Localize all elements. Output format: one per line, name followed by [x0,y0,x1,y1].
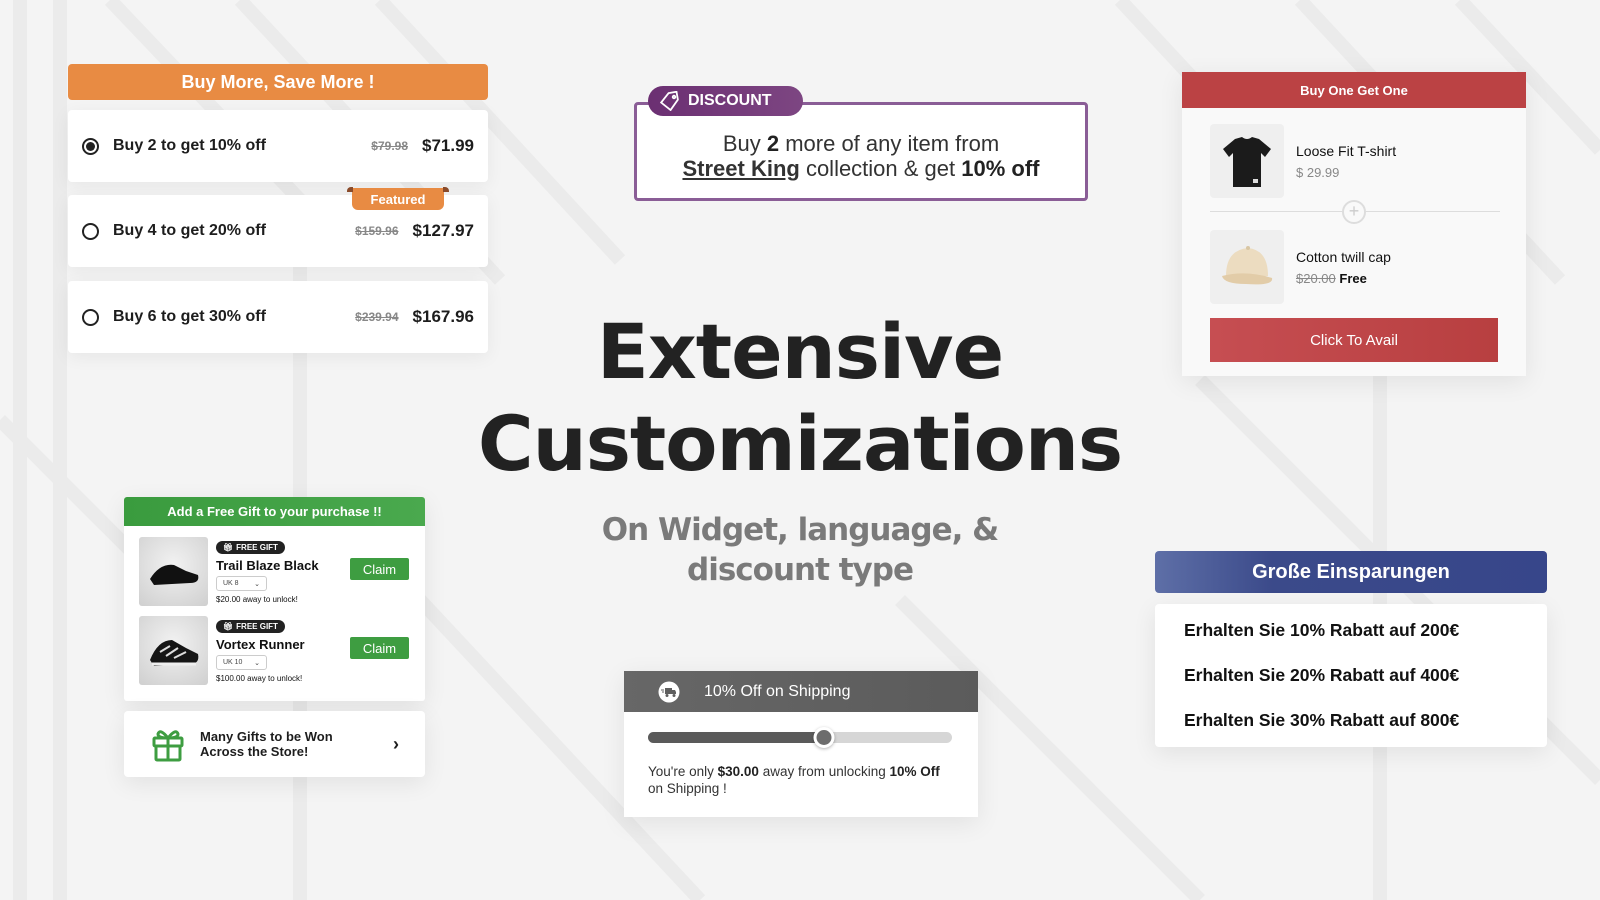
size-select[interactable]: UK 8 ⌄ [216,576,267,591]
gift-header: Add a Free Gift to your purchase !! [124,497,425,526]
offer-line: Erhalten Sie 10% Rabatt auf 200€ [1184,620,1460,640]
tag-label: DISCOUNT [688,92,772,109]
title-line: Customizations [477,399,1123,488]
shoe-image [139,537,208,606]
option-label: Buy 4 to get 20% off [113,222,266,239]
amount: $30.00 [717,764,759,779]
bogo-widget: Buy One Get One Loose Fit T-shirt $ 29.9… [1182,72,1526,376]
unlock-text: $100.00 away to unlock! [216,674,303,683]
shipping-title: 10% Off on Shipping [704,682,851,700]
old-price: $159.96 [355,224,399,238]
radio-unselected[interactable] [82,222,99,240]
text: You're only [648,764,718,779]
badge-label: FREE GIFT [236,622,278,631]
progress-knob[interactable] [813,727,835,748]
offer-line: Erhalten Sie 30% Rabatt auf 800€ [1184,710,1460,730]
offer: 10% Off [889,764,940,779]
gift-item: 🎁︎ FREE GIFT Vortex Runner UK 10 ⌄ $100.00… [139,616,305,685]
shipping-header: 10% Off on Shipping [624,671,978,712]
bmsm-header: Buy More, Save More ! [68,64,488,100]
old-price: $79.98 [371,139,408,153]
option-label: Buy 2 to get 10% off [113,137,266,154]
free-gift-badge: 🎁︎ FREE GIFT [216,541,285,554]
item-name: Loose Fit T-shirt [1296,142,1397,159]
old-price: $20.00 [1296,270,1336,286]
gift-box-icon [152,730,184,762]
collection-link[interactable]: Street King [682,156,799,181]
gift-item: 🎁︎ FREE GIFT Trail Blaze Black UK 8 ⌄ $20.… [139,537,319,606]
many-gifts-banner[interactable]: Many Gifts to be Won Across the Store! › [124,711,425,777]
size-value: UK 10 [223,659,243,666]
text: collection & get [799,155,962,181]
text: Buy [722,130,767,156]
german-offers: Erhalten Sie 10% Rabatt auf 200€ Erhalte… [1155,604,1547,747]
badge-label: FREE GIFT [236,543,278,552]
new-price: $127.97 [412,221,474,240]
banner-line: Many Gifts to be Won [200,729,333,744]
chevron-down-icon: ⌄ [254,580,260,588]
plus-icon: + [1342,200,1366,224]
unlock-text: $20.00 away to unlock! [216,595,298,604]
subtitle-line: On Widget, language, & [601,512,999,548]
gift-icon: 🎁︎ [223,543,234,552]
free-price: Free [1339,270,1367,286]
shipping-progress-widget: 10% Off on Shipping You're only $30.00 a… [624,671,978,817]
bogo-item: Cotton twill cap $20.00 Free [1210,230,1391,304]
gift-name: Trail Blaze Black [216,558,319,573]
text: away from unlocking [758,764,890,779]
chevron-right-icon[interactable]: › [393,734,399,755]
page-subtitle: On Widget, language, & discount type [560,510,1040,590]
radio-selected[interactable] [82,137,99,155]
new-price: $71.99 [422,136,474,155]
option-label: Buy 6 to get 30% off [113,308,266,325]
quantity: 2 [766,130,780,156]
chevron-down-icon: ⌄ [254,659,260,667]
cap-image [1210,230,1284,304]
claim-button[interactable]: Claim [350,558,409,580]
banner-line: Across the Store! [200,744,309,759]
offer-line: Erhalten Sie 20% Rabatt auf 400€ [1184,665,1460,685]
banner-text: Many Gifts to be Won Across the Store! [200,729,393,759]
title-line: Extensive [596,307,1004,396]
shipping-message: You're only $30.00 away from unlocking 1… [648,763,958,797]
subtitle-line: discount type [687,552,914,588]
progress-fill [648,732,825,743]
old-price: $239.94 [355,310,399,324]
gift-icon: 🎁︎ [223,622,234,631]
item-price: $20.00 Free [1296,271,1391,286]
tag-icon [660,91,679,111]
size-value: UK 8 [223,580,239,587]
free-gift-badge: 🎁︎ FREE GIFT [216,620,285,633]
page-title: Extensive Customizations [400,306,1200,490]
discount-tag: DISCOUNT [648,86,803,116]
text: on Shipping ! [648,781,727,796]
discount-line-1: Buy 2 more of any item from [723,131,999,156]
delivery-truck-icon [658,681,680,702]
featured-badge: Featured [347,187,449,210]
bogo-item: Loose Fit T-shirt $ 29.99 [1210,124,1396,198]
item-price: $ 29.99 [1296,164,1340,180]
size-select[interactable]: UK 10 ⌄ [216,655,267,670]
bmsm-option[interactable]: Buy 2 to get 10% off $79.98 $71.99 [68,110,488,182]
discount-line-2: Street King collection & get 10% off [682,156,1039,181]
gift-name: Vortex Runner [216,637,305,652]
click-to-avail-button[interactable]: Click To Avail [1210,318,1498,362]
discount-banner: Buy 2 more of any item from Street King … [634,102,1088,201]
text: more of any item from [779,130,1000,156]
offer: 10% off [961,155,1040,181]
progress-track [648,727,952,748]
free-gift-widget: Add a Free Gift to your purchase !! 🎁︎ FR… [124,497,425,701]
bogo-header: Buy One Get One [1182,72,1526,108]
shoe-image [139,616,208,685]
claim-button[interactable]: Claim [350,637,409,659]
german-header: Große Einsparungen [1155,551,1547,593]
item-name: Cotton twill cap [1296,248,1391,265]
tshirt-image [1210,124,1284,198]
radio-unselected[interactable] [82,308,99,326]
